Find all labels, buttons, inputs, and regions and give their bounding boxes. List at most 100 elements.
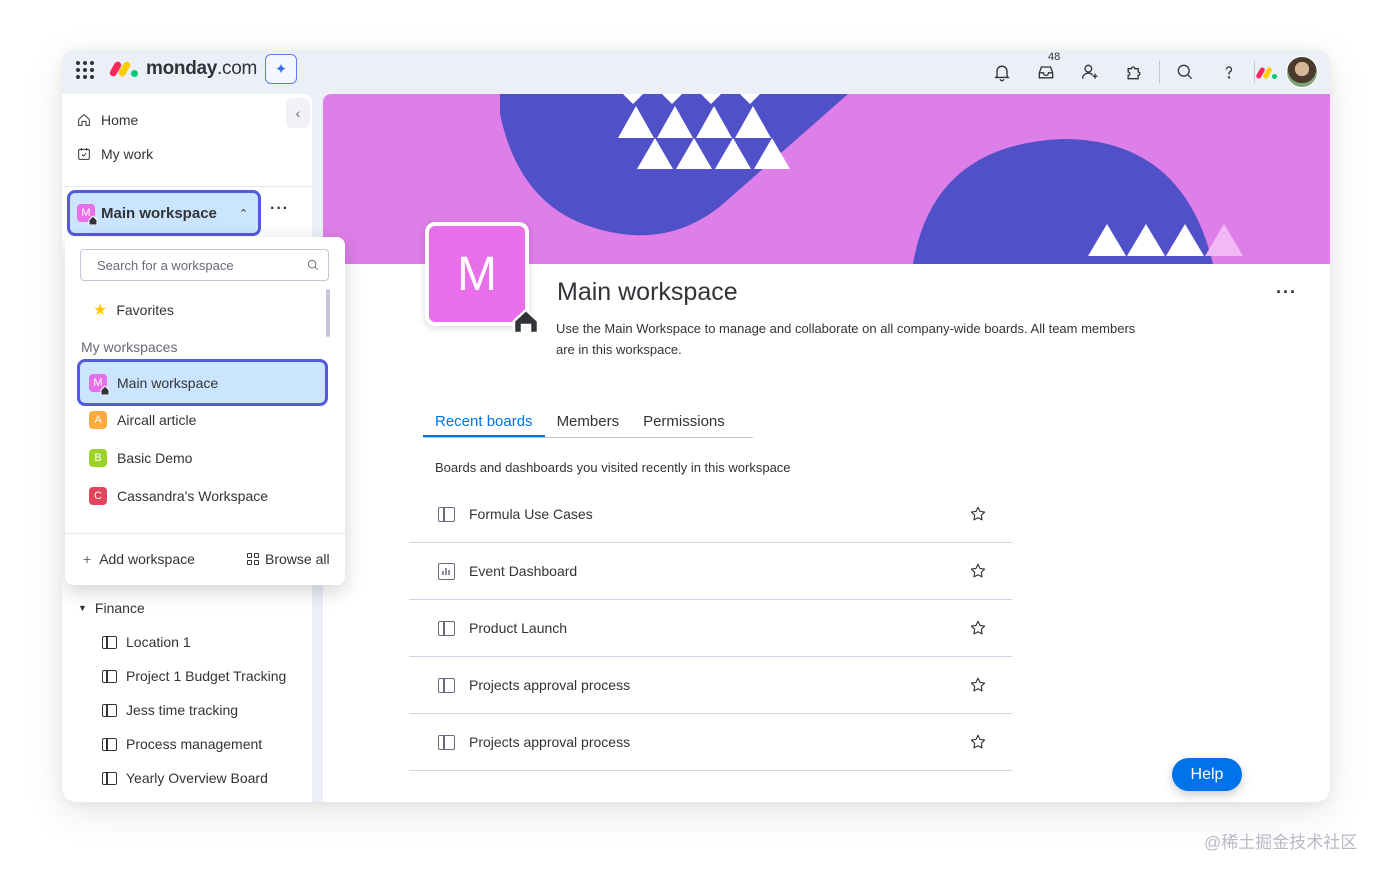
inbox-icon — [1038, 66, 1054, 79]
ai-sparkle-button[interactable]: ✦ — [265, 54, 297, 84]
user-avatar[interactable] — [1286, 56, 1318, 88]
recent-boards-description: Boards and dashboards you visited recent… — [435, 460, 791, 475]
sidebar-board-item[interactable]: Yearly Overview Board — [102, 770, 268, 786]
sidebar-board-item[interactable]: Jess time tracking — [102, 702, 238, 718]
workspace-option-cassandra[interactable]: C Cassandra's Workspace — [89, 480, 321, 512]
dropdown-scrollbar[interactable] — [326, 289, 330, 337]
favorites-item[interactable]: ★ Favorites — [93, 300, 174, 320]
watermark: @稀土掘金技术社区 — [1204, 833, 1358, 852]
recent-board-row[interactable]: Formula Use Cases — [409, 486, 1012, 543]
tab-recent-boards[interactable]: Recent boards — [423, 408, 545, 437]
my-workspaces-heading: My workspaces — [81, 339, 178, 355]
help-icon — [1225, 66, 1233, 79]
home-icon — [78, 114, 90, 126]
more-horizontal-icon: ··· — [1276, 282, 1297, 302]
browse-all-button[interactable]: Browse all — [247, 551, 330, 567]
star-icon[interactable] — [969, 619, 987, 637]
board-icon — [102, 771, 117, 785]
workspace-search[interactable] — [80, 249, 329, 281]
workspace-description[interactable]: Use the Main Workspace to manage and col… — [556, 318, 1136, 360]
more-horizontal-icon: ··· — [270, 200, 289, 217]
workspace-badge: C — [89, 487, 107, 505]
top-bar-divider — [1159, 61, 1160, 83]
folder-finance[interactable]: ▼ Finance — [78, 600, 145, 616]
calendar-check-icon — [78, 148, 90, 160]
sidebar-board-item[interactable]: Project 1 Budget Tracking — [102, 668, 286, 684]
dropdown-divider — [65, 533, 345, 534]
star-icon[interactable] — [969, 733, 987, 751]
tab-permissions[interactable]: Permissions — [631, 408, 737, 437]
recent-board-row[interactable]: Event Dashboard — [409, 543, 1012, 600]
workspace-badge: M — [77, 204, 98, 225]
logo-text: monday.com — [146, 58, 258, 79]
help-button[interactable] — [1207, 50, 1251, 94]
workspace-search-input[interactable] — [97, 257, 297, 273]
board-icon — [102, 669, 117, 683]
workspace-option-main[interactable]: M Main workspace — [77, 359, 328, 406]
workspace-badge: A — [89, 411, 107, 429]
workspace-options-button[interactable]: ··· — [1276, 282, 1297, 303]
chevron-up-icon: ⌃ — [238, 207, 249, 220]
app-window: monday.com ✦ 48 Home My work ‹ M Main wo… — [62, 50, 1330, 802]
workspace-switcher[interactable]: M Main workspace ⌃ — [67, 190, 261, 236]
bell-icon — [994, 65, 1010, 82]
star-icon[interactable] — [969, 505, 987, 523]
invite-icon — [1081, 64, 1098, 79]
star-icon[interactable] — [969, 676, 987, 694]
add-workspace-button[interactable]: + Add workspace — [83, 551, 195, 567]
recent-board-row[interactable]: Product Launch — [409, 600, 1012, 657]
plus-icon: + — [83, 551, 92, 567]
tab-members[interactable]: Members — [545, 408, 632, 437]
home-icon — [88, 215, 98, 225]
main-content: M Main workspace Use the Main Workspace … — [323, 94, 1330, 802]
workspace-title[interactable]: Main workspace — [557, 278, 738, 307]
monday-logo[interactable]: monday.com — [108, 58, 258, 80]
board-icon — [438, 620, 455, 636]
sidebar-item-label: My work — [101, 146, 154, 162]
search-button[interactable] — [1163, 50, 1207, 94]
inbox-count-badge: 48 — [1046, 51, 1063, 63]
workspace-avatar[interactable]: M — [425, 222, 540, 335]
workspace-switcher-label: Main workspace — [101, 204, 217, 222]
workspace-tabs: Recent boards Members Permissions — [423, 408, 753, 438]
search-icon — [1177, 64, 1193, 80]
recent-board-row[interactable]: Projects approval process — [409, 714, 1012, 771]
apps-icon — [1127, 66, 1141, 80]
apps-grid-icon[interactable] — [74, 59, 96, 81]
apps-button[interactable] — [1112, 50, 1156, 94]
top-bar: monday.com ✦ 48 — [62, 50, 1330, 94]
star-icon[interactable] — [969, 562, 987, 580]
sidebar-divider — [62, 186, 312, 187]
board-icon — [438, 734, 455, 750]
grid-icon — [247, 553, 259, 565]
sidebar-board-item[interactable]: Process management — [102, 736, 262, 752]
caret-down-icon: ▼ — [78, 603, 87, 613]
help-floating-button[interactable]: Help — [1172, 758, 1242, 791]
workspace-option-aircall[interactable]: A Aircall article — [89, 404, 321, 436]
workspace-badge: B — [89, 449, 107, 467]
monday-logo-mark-icon — [108, 59, 140, 79]
star-filled-icon: ★ — [93, 302, 108, 319]
workspace-more-button[interactable]: ··· — [270, 200, 289, 218]
monday-mini-logo-icon[interactable] — [1255, 65, 1280, 80]
ai-sparkle-icon: ✦ — [274, 61, 288, 78]
collapse-sidebar-button[interactable]: ‹ — [286, 98, 310, 128]
dashboard-icon — [438, 562, 455, 580]
sidebar-item-home[interactable]: Home — [76, 112, 138, 128]
board-icon — [102, 737, 117, 751]
folder-label: Finance — [94, 600, 145, 616]
search-icon — [307, 259, 318, 270]
board-icon — [102, 635, 117, 649]
invite-members-button[interactable] — [1068, 50, 1112, 94]
sidebar: Home My work ‹ M Main workspace ⌃ ··· ▼ … — [62, 94, 345, 802]
chevron-left-icon: ‹ — [295, 105, 301, 121]
sidebar-item-my-work[interactable]: My work — [76, 146, 153, 162]
sidebar-board-item[interactable]: Location 1 — [102, 634, 191, 650]
recent-board-row[interactable]: Projects approval process — [409, 657, 1012, 714]
board-icon — [438, 506, 455, 522]
workspace-dropdown: ★ Favorites My workspaces M Main workspa… — [65, 237, 345, 585]
inbox-button[interactable]: 48 — [1024, 50, 1068, 94]
top-bar-divider — [1254, 61, 1255, 83]
notifications-button[interactable] — [980, 50, 1024, 94]
workspace-option-basic-demo[interactable]: B Basic Demo — [89, 442, 321, 474]
